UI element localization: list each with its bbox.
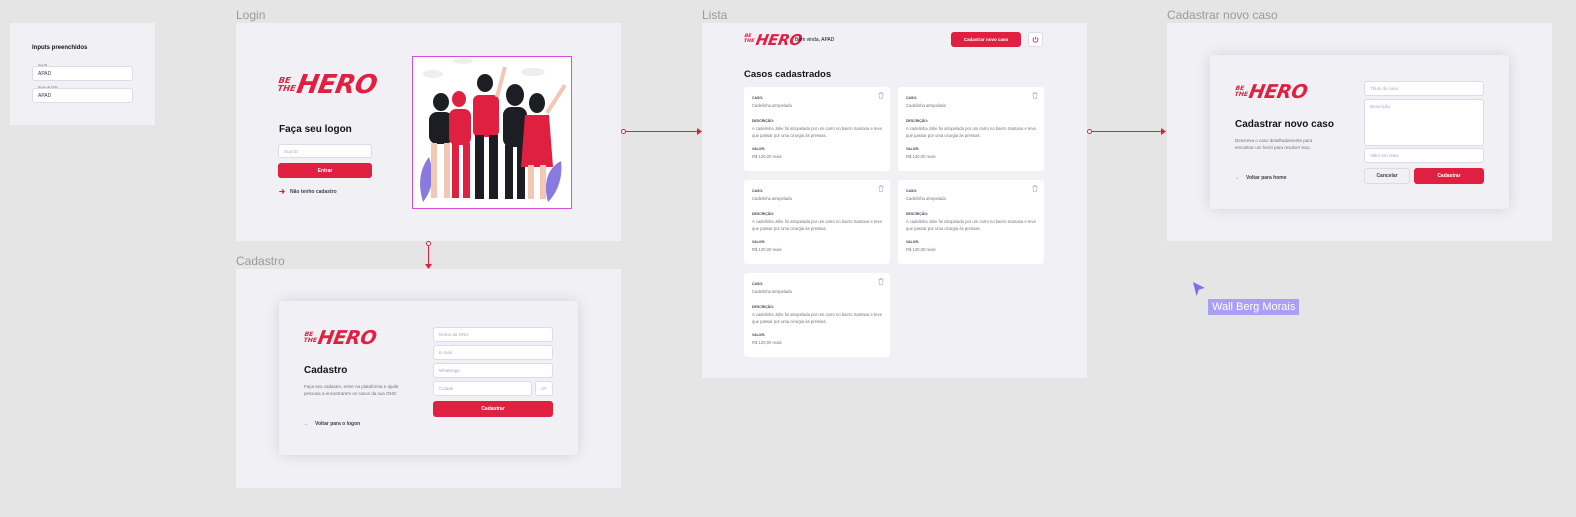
- value-label: VALOR:: [752, 240, 766, 244]
- case-title: Cadelinha atropelada: [906, 103, 946, 108]
- hero-logo: BE THE HERO: [1234, 81, 1310, 103]
- trash-icon[interactable]: [1032, 92, 1038, 99]
- login-frame: BE THE HERO Faça seu logon Sua ID Entrar …: [236, 23, 621, 241]
- case-value: R$ 120,00 reais: [752, 340, 782, 345]
- trash-icon[interactable]: [878, 278, 884, 285]
- case-title: Cadelinha atropelada: [906, 196, 946, 201]
- case-label: CASO:: [752, 282, 764, 286]
- log-in-icon: [279, 189, 285, 194]
- case-value-input[interactable]: Valor em reais: [1364, 148, 1484, 163]
- page-title: Cadastrar novo caso: [1235, 119, 1334, 130]
- value-label: VALOR:: [752, 147, 766, 151]
- description-label: DESCRIÇÃO:: [752, 305, 775, 309]
- inputs-panel: Inputs preenchidos Sua ID APAD Nome da O…: [10, 23, 155, 125]
- case-description: A cadelinha Jolie foi atropelada por um …: [906, 126, 1036, 138]
- register-link[interactable]: Não tenho cadastro: [278, 188, 337, 195]
- value-label: VALOR:: [906, 147, 920, 151]
- frame-label-cadastro: Cadastro: [236, 254, 285, 268]
- trash-icon[interactable]: [878, 185, 884, 192]
- case-description: A cadelinha Jolie foi atropelada por um …: [906, 219, 1036, 231]
- cadastro-card: BE THE HERO Cadastro Faça seu cadastro, e…: [279, 301, 578, 455]
- new-case-button[interactable]: Cadastrar novo caso: [951, 32, 1021, 47]
- novo-caso-frame: BE THE HERO Cadastrar novo caso Descreva …: [1167, 23, 1552, 241]
- power-icon: [1032, 36, 1039, 43]
- description-label: DESCRIÇÃO:: [906, 212, 929, 216]
- filled-id-input[interactable]: APAD: [32, 66, 133, 81]
- frame-label-novo-caso: Cadastrar novo caso: [1167, 8, 1278, 22]
- lista-frame: BE THE HERO Bem vinda, APAD Cadastrar nov…: [702, 23, 1087, 378]
- cadastro-frame: BE THE HERO Cadastro Faça seu cadastro, e…: [236, 269, 621, 488]
- arrow-right-icon: [1161, 128, 1166, 135]
- city-input[interactable]: Cidade: [433, 381, 532, 396]
- page-description: Descreva o caso detalhadamente para enco…: [1235, 138, 1313, 151]
- hero-logo: BE THE HERO: [303, 327, 379, 349]
- save-case-button[interactable]: Cadastrar: [1414, 168, 1484, 184]
- description-label: DESCRIÇÃO:: [752, 119, 775, 123]
- case-label: CASO:: [906, 189, 918, 193]
- case-card: CASO: Cadelinha atropelada DESCRIÇÃO: A cad…: [744, 273, 890, 357]
- cadastrar-button[interactable]: Cadastrar: [433, 401, 553, 417]
- filled-name-input[interactable]: APAD: [32, 88, 133, 103]
- case-label: CASO:: [752, 96, 764, 100]
- frame-label-login: Login: [236, 8, 266, 22]
- back-to-home-link[interactable]: ← Voltar para home: [1235, 175, 1286, 181]
- value-label: VALOR:: [906, 240, 920, 244]
- trash-icon[interactable]: [1032, 185, 1038, 192]
- case-label: CASO:: [906, 96, 918, 100]
- case-card: CASO: Cadelinha atropelada DESCRIÇÃO: A cad…: [898, 87, 1044, 171]
- case-title: Cadelinha atropelada: [752, 289, 792, 294]
- case-value: R$ 120,00 reais: [906, 154, 936, 159]
- logout-button[interactable]: [1028, 32, 1043, 47]
- case-value: R$ 120,00 reais: [752, 154, 782, 159]
- hero-logo: BE THE HERO: [276, 70, 380, 100]
- page-description: Faça seu cadastro, entre na plataforma e…: [304, 384, 399, 397]
- collaborator-cursor-icon: [1193, 282, 1205, 296]
- case-title: Cadelinha atropelada: [752, 196, 792, 201]
- case-title: Cadelinha atropelada: [752, 103, 792, 108]
- case-card: CASO: Cadelinha atropelada DESCRIÇÃO: A cad…: [744, 180, 890, 264]
- case-value: R$ 120,00 reais: [906, 247, 936, 252]
- arrow-left-icon: ←: [1235, 175, 1240, 181]
- hero-logo: BE THE HERO: [743, 31, 804, 49]
- email-input[interactable]: E-mail: [433, 345, 553, 360]
- connector-line: [428, 246, 429, 266]
- case-description: A cadelinha Jolie foi atropelada por um …: [752, 219, 882, 231]
- novo-caso-card: BE THE HERO Cadastrar novo caso Descreva …: [1210, 55, 1509, 209]
- frame-label-lista: Lista: [702, 8, 728, 22]
- value-label: VALOR:: [752, 333, 766, 337]
- connector-line: [626, 131, 698, 132]
- case-label: CASO:: [752, 189, 764, 193]
- description-label: DESCRIÇÃO:: [906, 119, 929, 123]
- welcome-text: Bem vinda, APAD: [795, 37, 835, 43]
- inputs-panel-title: Inputs preenchidos: [32, 45, 88, 51]
- whatsapp-input[interactable]: WhatsApp: [433, 363, 553, 378]
- uf-input[interactable]: UF: [535, 381, 553, 396]
- case-value: R$ 120,00 reais: [752, 247, 782, 252]
- ong-name-input[interactable]: Nome da ONG: [433, 327, 553, 342]
- page-title: Casos cadastrados: [744, 69, 832, 80]
- heroes-illustration: [412, 56, 572, 209]
- case-description: A cadelinha Jolie foi atropelada por um …: [752, 126, 882, 138]
- page-title: Faça seu logon: [279, 124, 352, 135]
- trash-icon[interactable]: [878, 92, 884, 99]
- login-button[interactable]: Entrar: [278, 163, 372, 178]
- collaborator-name-tag: Wall Berg Morais: [1208, 299, 1300, 315]
- case-description: A cadelinha Jolie foi atropelada por um …: [752, 312, 882, 324]
- cancel-button[interactable]: Cancelar: [1364, 168, 1410, 184]
- case-title-input[interactable]: Título do caso: [1364, 81, 1484, 96]
- case-card: CASO: Cadelinha atropelada DESCRIÇÃO: A cad…: [898, 180, 1044, 264]
- description-label: DESCRIÇÃO:: [752, 212, 775, 216]
- arrow-left-icon: ←: [304, 421, 309, 427]
- case-description-textarea[interactable]: Descrição: [1364, 99, 1484, 146]
- connector-line: [1092, 131, 1162, 132]
- id-input[interactable]: Sua ID: [278, 144, 372, 158]
- page-title: Cadastro: [304, 365, 348, 376]
- back-to-logon-link[interactable]: ← Voltar para o logon: [304, 421, 360, 427]
- case-card: CASO: Cadelinha atropelada DESCRIÇÃO: A cad…: [744, 87, 890, 171]
